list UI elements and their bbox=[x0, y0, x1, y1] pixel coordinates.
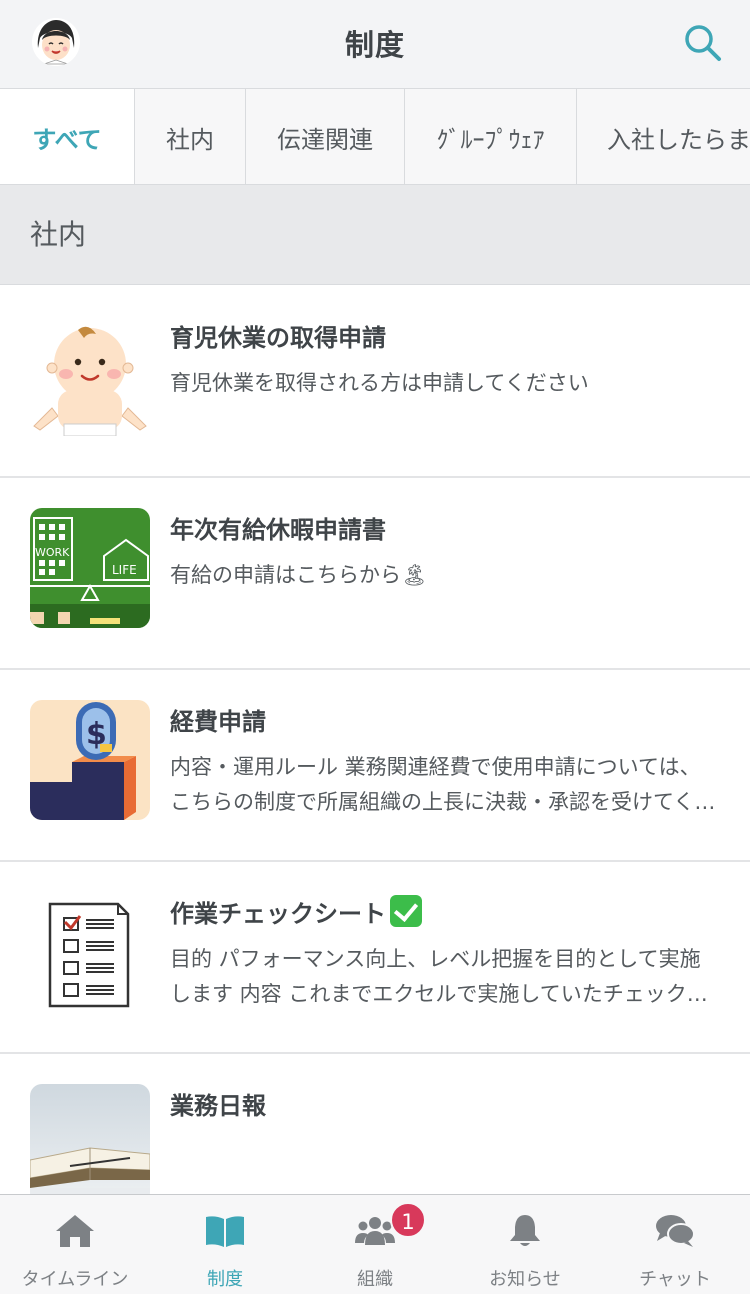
bell-icon bbox=[504, 1213, 546, 1249]
expense-coin-illustration: $ bbox=[30, 700, 150, 820]
notification-badge: 1 bbox=[390, 1202, 426, 1238]
nav-notifications[interactable]: お知らせ bbox=[450, 1195, 600, 1294]
tab-onboarding[interactable]: 入社したらま bbox=[577, 89, 750, 184]
bottom-navigation: タイムライン 制度 組織 お知らせ チャット bbox=[0, 1194, 750, 1294]
tab-groupware[interactable]: ｸﾞﾙｰﾌﾟｳｪｱ bbox=[405, 89, 577, 184]
policy-list: 育児休業の取得申請 育児休業を取得される方は申請してください WORK LIFE bbox=[0, 286, 750, 1204]
tab-all[interactable]: すべて bbox=[0, 89, 135, 184]
item-description: 育児休業を取得される方は申請してください bbox=[170, 371, 589, 395]
search-icon[interactable] bbox=[682, 22, 724, 64]
item-title-text: 作業チェックシート bbox=[170, 900, 386, 928]
nav-label: お知らせ bbox=[489, 1269, 561, 1290]
item-title: 作業チェックシート bbox=[170, 894, 422, 929]
book-icon bbox=[204, 1213, 246, 1249]
work-life-balance-image: WORK LIFE bbox=[30, 508, 150, 628]
nav-chat[interactable]: チャット bbox=[600, 1195, 750, 1294]
item-title: 年次有給休暇申請書 bbox=[170, 516, 386, 544]
tab-internal[interactable]: 社内 bbox=[135, 89, 246, 184]
list-item[interactable]: 育児休業の取得申請 育児休業を取得される方は申請してください bbox=[0, 286, 750, 478]
list-item[interactable]: WORK LIFE 年次有給休暇申請書 有給の申請はこちらから🏝 bbox=[0, 478, 750, 670]
nav-policies[interactable]: 制度 bbox=[150, 1195, 300, 1294]
work-label: WORK bbox=[35, 546, 70, 559]
list-item[interactable]: $ 経費申請 内容・運用ルール 業務関連経費で使用申請については、こちらの制度で… bbox=[0, 670, 750, 862]
nav-label: 組織 bbox=[357, 1269, 393, 1290]
page-title: 制度 bbox=[344, 28, 405, 62]
notebook-photo bbox=[30, 1084, 150, 1204]
baby-illustration bbox=[30, 316, 150, 436]
nav-label: 制度 bbox=[207, 1269, 243, 1290]
tab-communication[interactable]: 伝達関連 bbox=[246, 89, 405, 184]
section-title: 社内 bbox=[30, 218, 87, 251]
nav-organization[interactable]: 組織 bbox=[300, 1195, 450, 1294]
nav-label: チャット bbox=[639, 1269, 711, 1290]
check-mark-icon bbox=[390, 895, 422, 927]
item-description: 有給の申請はこちらから🏝 bbox=[170, 563, 428, 587]
list-item[interactable]: 作業チェックシート 目的 パフォーマンス向上、レベル把握を目的として実施します … bbox=[0, 862, 750, 1054]
checklist-illustration bbox=[30, 892, 150, 1012]
nav-timeline[interactable]: タイムライン bbox=[0, 1195, 150, 1294]
life-label: LIFE bbox=[112, 563, 137, 577]
item-title: 業務日報 bbox=[170, 1092, 266, 1120]
home-icon bbox=[54, 1213, 96, 1249]
item-title: 経費申請 bbox=[170, 708, 266, 736]
list-item[interactable]: 業務日報 bbox=[0, 1054, 750, 1204]
item-description: 内容・運用ルール 業務関連経費で使用申請については、こちらの制度で所属組織の上長… bbox=[170, 755, 716, 814]
item-description: 目的 パフォーマンス向上、レベル把握を目的として実施します 内容 これまでエクセ… bbox=[170, 947, 708, 1006]
chat-icon bbox=[654, 1213, 696, 1249]
top-header: 制度 bbox=[0, 0, 750, 89]
nav-label: タイムライン bbox=[21, 1269, 129, 1290]
item-title: 育児休業の取得申請 bbox=[170, 324, 386, 352]
section-header: 社内 bbox=[0, 185, 750, 285]
category-tabs: すべて 社内 伝達関連 ｸﾞﾙｰﾌﾟｳｪｱ 入社したらま bbox=[0, 89, 750, 185]
